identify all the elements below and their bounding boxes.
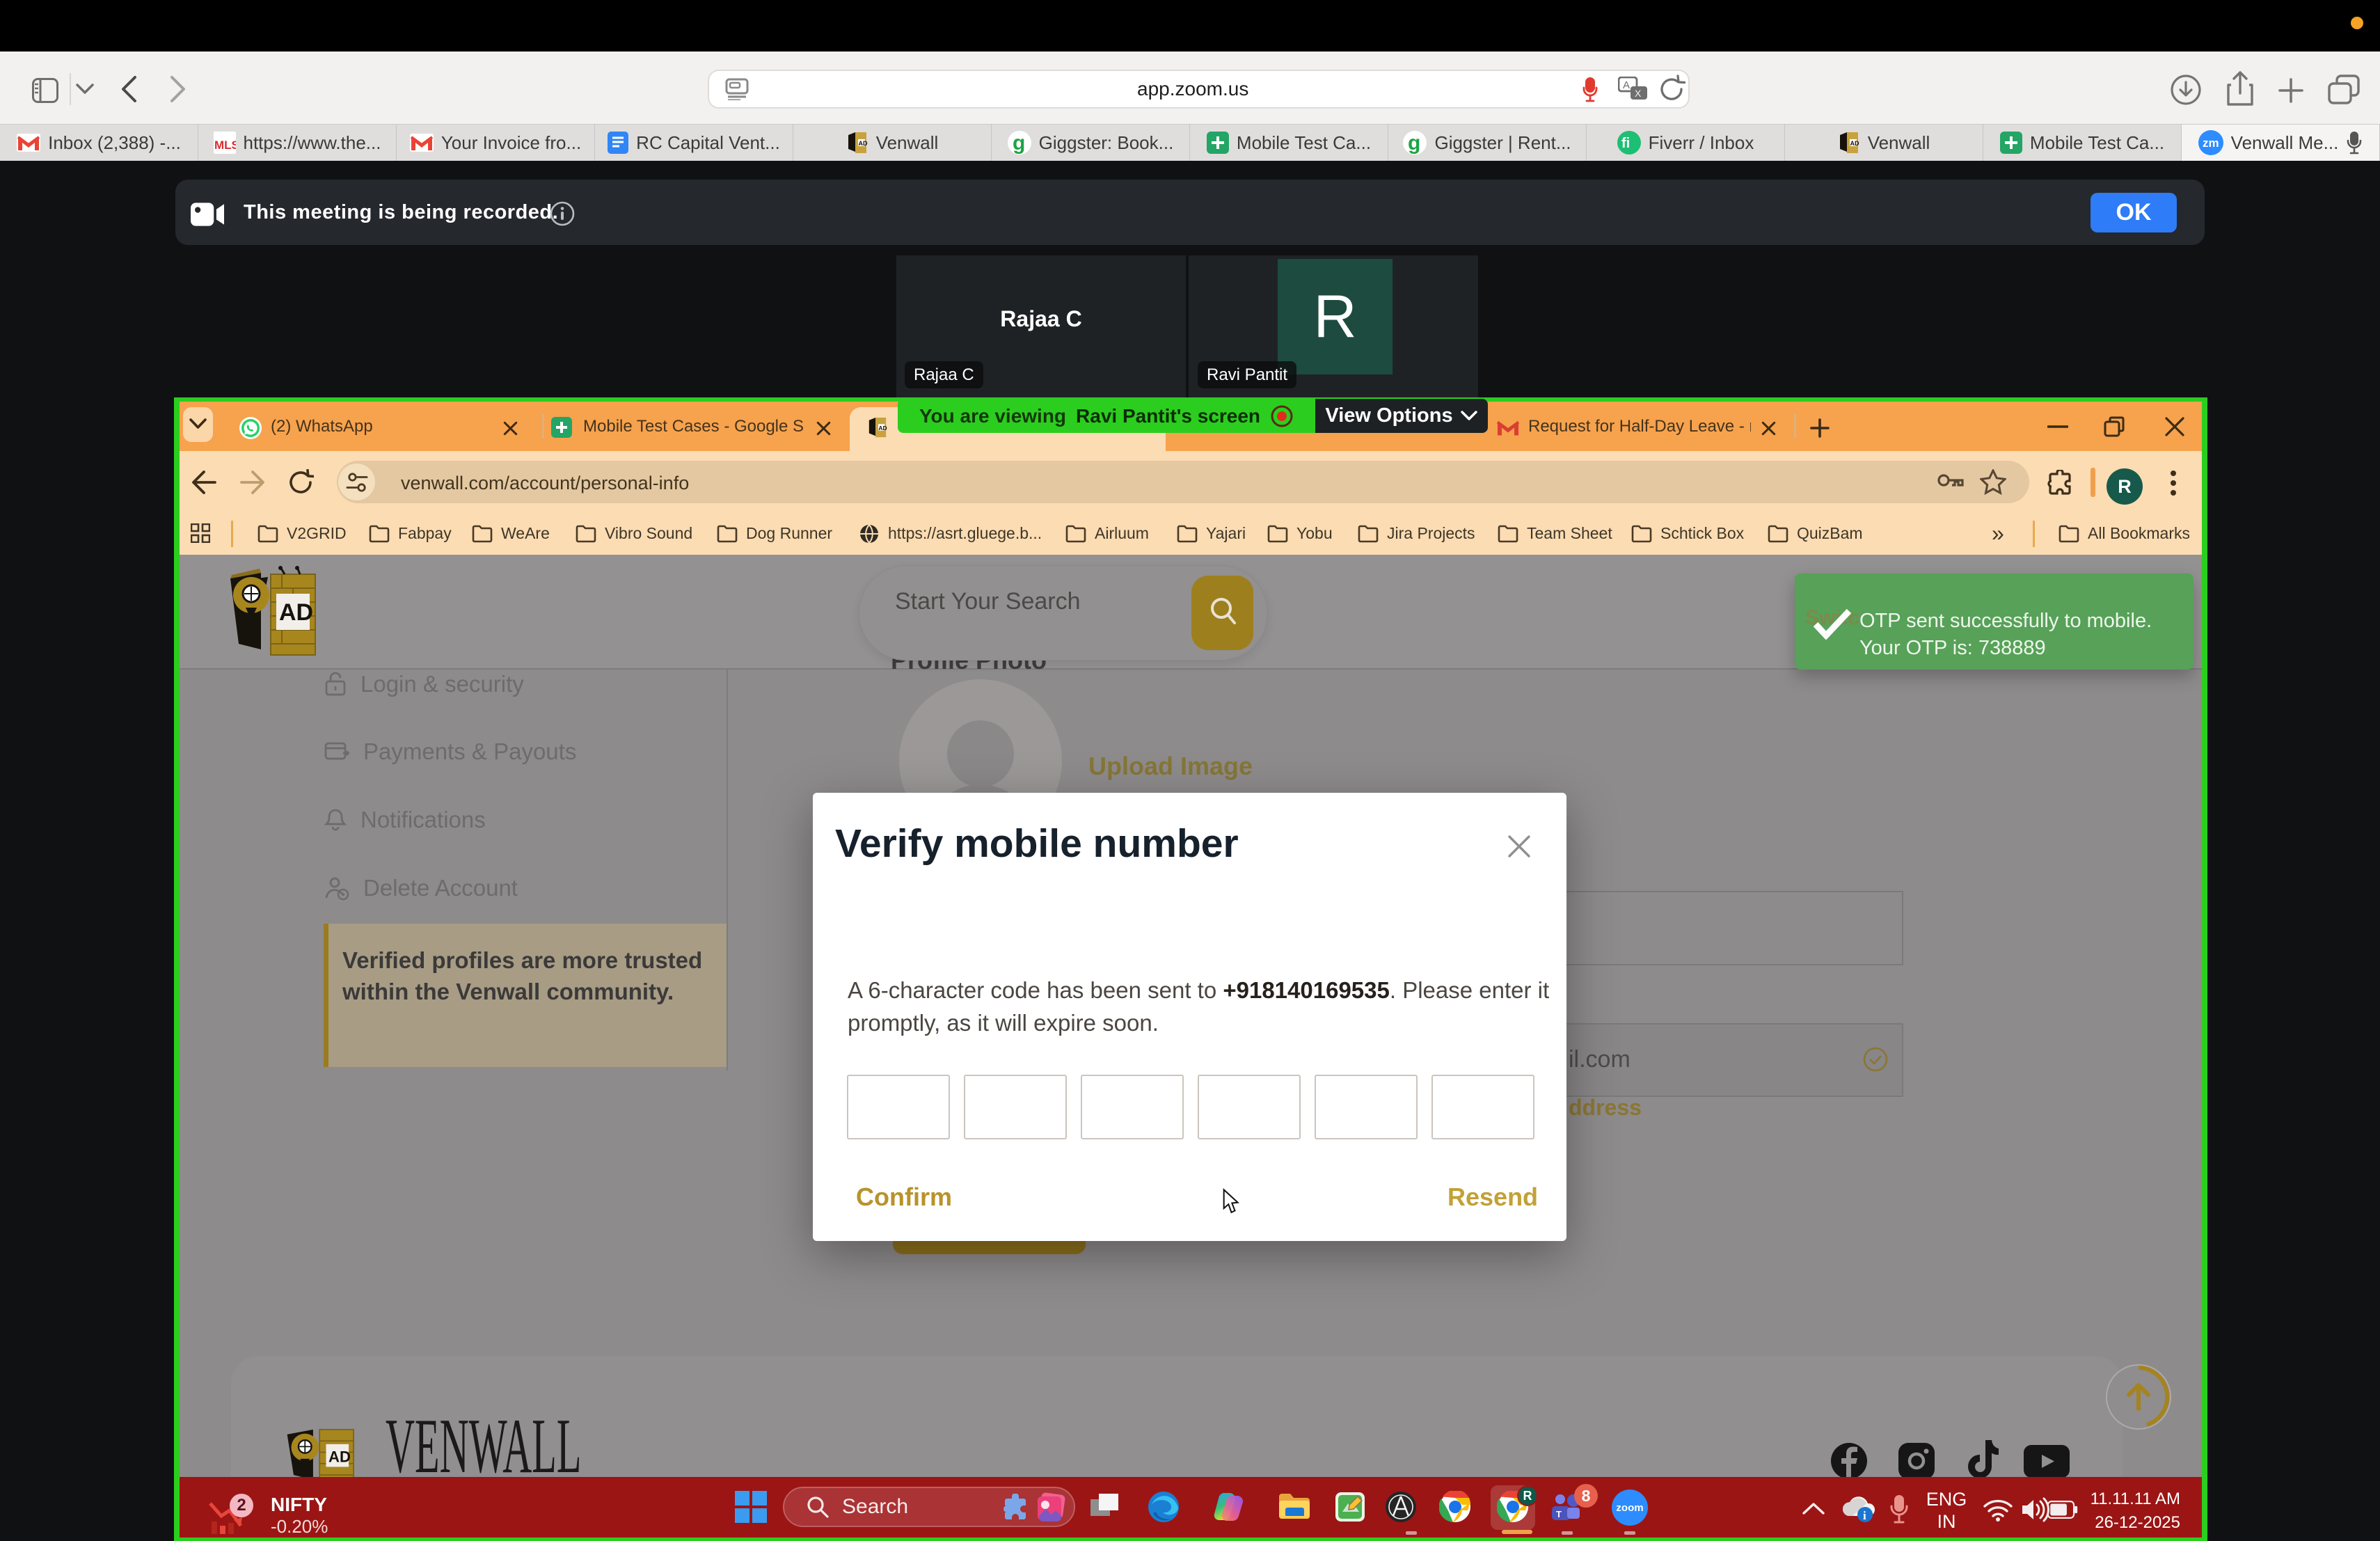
svg-text:g: g (1408, 132, 1420, 155)
svg-text:T: T (1556, 1509, 1562, 1519)
svg-text:zm: zm (2203, 136, 2219, 150)
svg-text:AD: AD (279, 599, 313, 626)
svg-text:AD: AD (858, 140, 867, 147)
svg-text:A: A (1623, 79, 1630, 91)
svg-text:g: g (1013, 132, 1025, 155)
svg-text:MLS: MLS (214, 139, 236, 152)
svg-text:AD: AD (328, 1448, 351, 1465)
svg-text:i: i (1863, 1509, 1866, 1522)
svg-text:AD: AD (1850, 140, 1859, 147)
svg-text:X: X (1635, 88, 1642, 99)
svg-text:AD: AD (878, 425, 887, 432)
svg-text:fi: fi (1621, 136, 1630, 151)
